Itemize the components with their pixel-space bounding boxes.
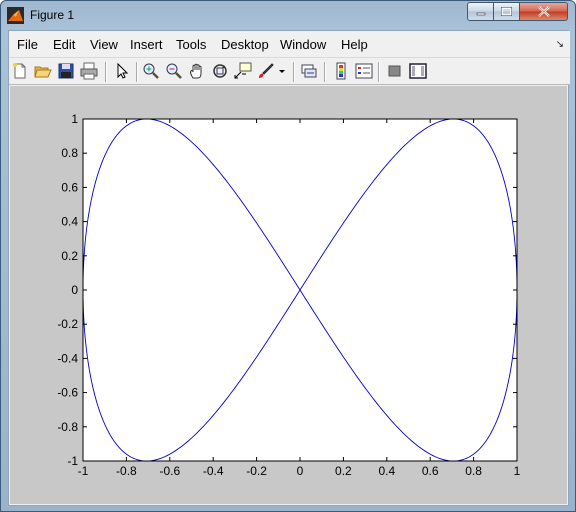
menu-tools[interactable]: Tools: [176, 37, 206, 52]
zoom-out-icon[interactable]: [165, 62, 183, 80]
zoom-in-icon[interactable]: [142, 62, 160, 80]
print-icon[interactable]: [80, 62, 98, 80]
y-tick-label: -0.6: [57, 386, 78, 400]
figure-window: Figure 1 File Edit View Insert Tools Des…: [0, 0, 576, 512]
hide-plot-tools-icon[interactable]: [386, 62, 404, 80]
plot-area[interactable]: -1 -0.8 -0.6 -0.4 -0.2 0 0.2 0.4 0.6 0.8 1 -1 -0.8 -…: [10, 86, 567, 504]
data-cursor-icon[interactable]: [234, 62, 252, 80]
toolbar-separator: [293, 62, 295, 82]
link-plot-icon[interactable]: [300, 62, 318, 80]
y-tick-label: 0.2: [61, 249, 78, 263]
brush-icon[interactable]: [257, 62, 275, 80]
x-tick-label: -0.4: [203, 464, 224, 478]
x-tick-label: -0.6: [159, 464, 180, 478]
y-tick-label: 0.8: [61, 146, 78, 160]
y-tick-label: 0.6: [61, 180, 78, 194]
maximize-button[interactable]: [494, 2, 520, 21]
menu-edit[interactable]: Edit: [53, 37, 75, 52]
menu-desktop[interactable]: Desktop: [221, 37, 269, 52]
y-tick-label: 1: [71, 112, 78, 126]
client-area: File Edit View Insert Tools Desktop Wind…: [8, 30, 570, 506]
y-tick-label: -0.4: [57, 351, 78, 365]
x-tick-label: 0.4: [378, 464, 395, 478]
x-tick-label: -0.2: [246, 464, 267, 478]
maximize-icon: [501, 7, 512, 16]
x-tick-label: 1: [514, 464, 521, 478]
x-tick-label: -0.8: [116, 464, 137, 478]
menu-window[interactable]: Window: [280, 37, 326, 52]
window-title: Figure 1: [30, 8, 75, 22]
toolbar-separator: [136, 62, 138, 82]
toolbar-separator: [324, 62, 326, 82]
close-button[interactable]: [520, 2, 568, 21]
menu-file[interactable]: File: [17, 37, 38, 52]
minimize-button[interactable]: [467, 2, 494, 21]
y-tick-label: 0.4: [61, 215, 78, 229]
y-tick-label: -0.8: [57, 420, 78, 434]
show-plot-tools-icon[interactable]: [409, 62, 427, 80]
menu-insert[interactable]: Insert: [130, 37, 163, 52]
colorbar-icon[interactable]: [332, 62, 350, 80]
menu-help[interactable]: Help: [341, 37, 368, 52]
y-tick-label: 0: [71, 283, 78, 297]
arrow-select-icon[interactable]: [113, 62, 131, 80]
pan-hand-icon[interactable]: [188, 62, 206, 80]
menu-bar: File Edit View Insert Tools Desktop Wind…: [9, 31, 570, 57]
save-icon[interactable]: [57, 62, 75, 80]
legend-icon[interactable]: [355, 62, 373, 80]
title-bar[interactable]: Figure 1: [1, 1, 575, 29]
minimize-icon: [476, 12, 485, 15]
toolbar-separator: [378, 62, 380, 82]
y-tick-label: -1: [67, 454, 78, 468]
x-tick-label: -1: [78, 464, 89, 478]
dock-arrow-icon[interactable]: ↘: [556, 39, 564, 50]
toolbar-separator: [105, 62, 107, 82]
x-tick-label: 0.2: [335, 464, 352, 478]
matlab-icon: [7, 7, 24, 24]
y-tick-label: -0.2: [57, 317, 78, 331]
rotate-3d-icon[interactable]: [211, 62, 229, 80]
x-tick-label: 0.8: [465, 464, 482, 478]
x-tick-label: 0.6: [422, 464, 439, 478]
figure-canvas: -1 -0.8 -0.6 -0.4 -0.2 0 0.2 0.4 0.6 0.8 1 -1 -0.8 -…: [10, 86, 567, 504]
menu-view[interactable]: View: [90, 37, 118, 52]
figure-toolbar: [9, 57, 570, 85]
brush-dropdown-icon[interactable]: [277, 62, 287, 80]
close-icon: [537, 6, 550, 17]
new-figure-icon[interactable]: [11, 62, 29, 80]
open-file-icon[interactable]: [34, 62, 52, 80]
x-tick-label: 0: [297, 464, 304, 478]
